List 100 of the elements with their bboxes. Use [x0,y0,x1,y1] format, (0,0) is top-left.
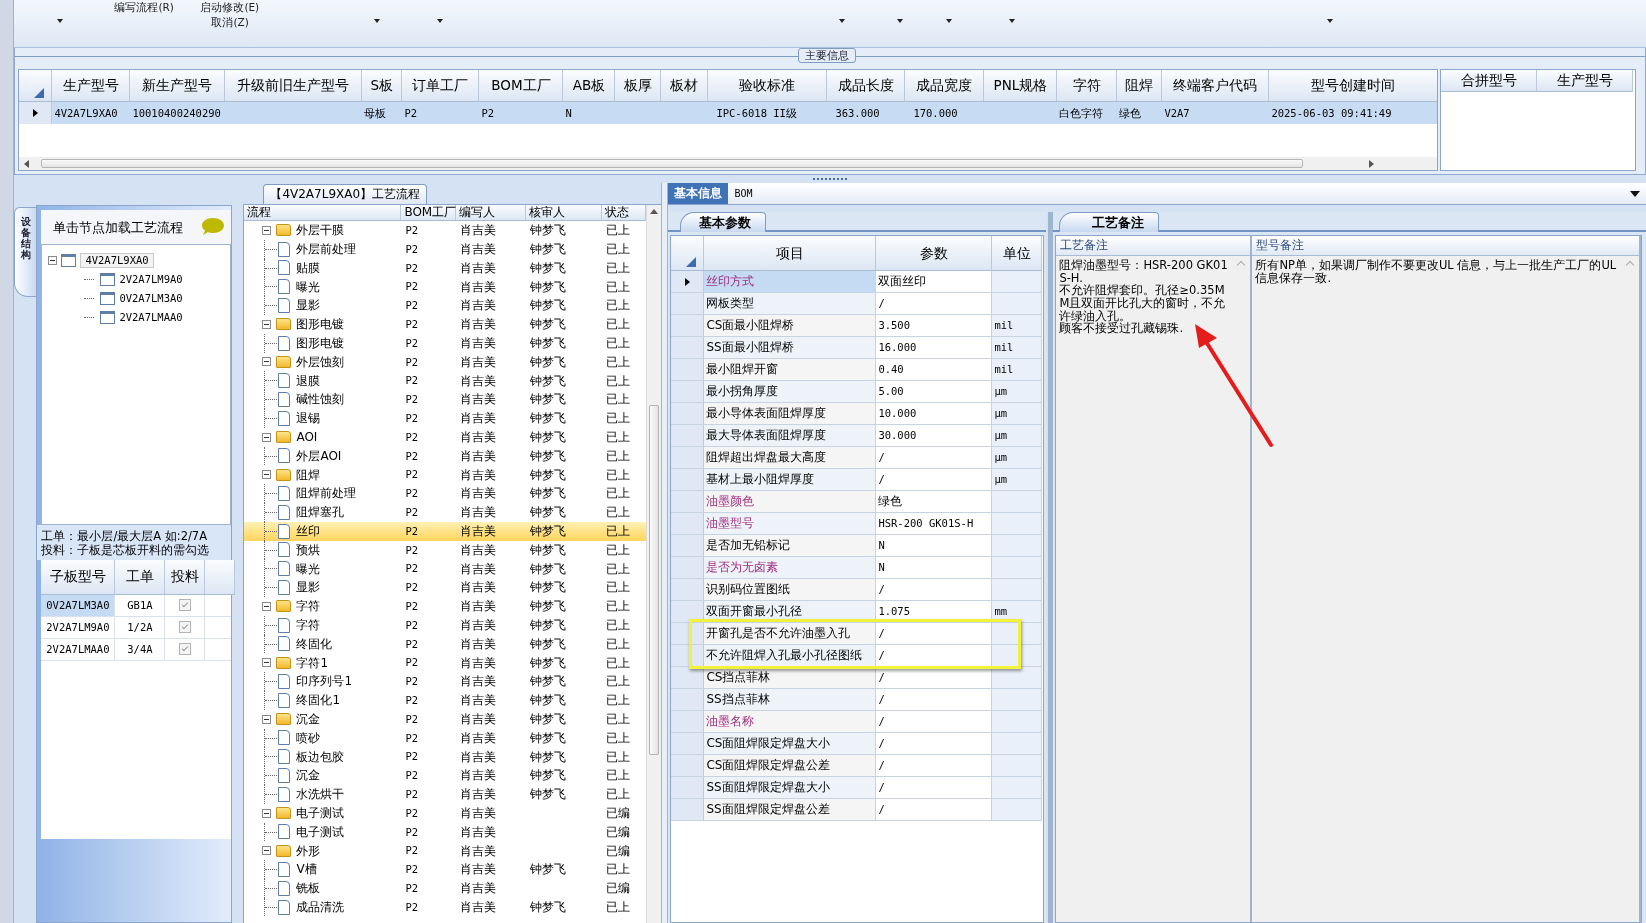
dropdown-arrow-icon[interactable] [1630,191,1640,197]
column-header[interactable]: 生产型号 [1537,70,1634,92]
tree-row[interactable]: 阻焊 P2 肖吉美 钟梦飞 已上 [244,465,647,485]
collapse-toggle-icon[interactable] [262,846,272,856]
table-cell[interactable]: 3/4A [115,638,166,660]
property-name[interactable]: 油墨型号 [704,513,877,535]
tree-row[interactable]: 电子测试 P2 肖吉美 已编 [244,803,647,823]
property-name[interactable]: 基材上最小阻焊厚度 [704,469,877,491]
column-header[interactable]: 成品宽度 [905,70,985,102]
property-name[interactable]: 油墨名称 [704,711,877,733]
tree-row[interactable]: 板边包胶 P2 肖吉美 钟梦飞 已上 [244,747,647,767]
splitter-grip-icon[interactable] [813,177,848,181]
tree-row[interactable]: 终固化1 P2 肖吉美 钟梦飞 已上 [244,690,647,710]
property-name[interactable]: 最小拐角厚度 [704,381,877,403]
scroll-right-icon[interactable] [1369,159,1375,168]
property-name[interactable]: 最小阻焊开窗 [704,359,877,381]
dropdown-arrow-icon[interactable] [839,19,846,23]
collapse-toggle-icon[interactable] [262,357,272,367]
tree-node[interactable]: 0V2A7LM3A0 [119,292,183,305]
tree-row[interactable]: 终固化 P2 肖吉美 钟梦飞 已上 [244,634,647,654]
property-name[interactable]: 最小导体表面阻焊厚度 [704,403,877,425]
column-header[interactable]: 工单 [115,559,166,595]
column-header[interactable]: PNL规格 [984,70,1058,102]
column-header[interactable]: 新生产型号 [130,70,226,102]
column-header[interactable]: 验收标准 [708,70,828,102]
checkbox[interactable] [178,599,191,612]
property-name[interactable]: 不允许阻焊入孔最小孔径图纸 [704,645,877,667]
table-row[interactable]: 4V2A7L9XA0 10010400240290 母板 P2 P2 N IPC-6018 II级 363.000 170.000 白色字符 绿色 V2A7 2025-06-03 09:41:49 [19,102,1438,124]
tree-row[interactable]: 电子测试 P2 肖吉美 已编 [244,822,647,842]
table-cell[interactable]: 1/2A [115,616,166,638]
tree-node[interactable]: 2V2A7LMAA0 [119,311,183,324]
tree-row[interactable]: 阻焊前处理 P2 肖吉美 钟梦飞 已上 [244,484,647,503]
column-header[interactable]: 流程 [244,205,402,221]
checkbox[interactable] [178,643,191,656]
property-name[interactable]: 阻焊超出焊盘最大高度 [704,447,877,469]
menu-command[interactable]: 编写流程(R) [114,1,174,14]
tree-row[interactable]: 字符 P2 肖吉美 钟梦飞 已上 [244,615,647,635]
tree-row[interactable]: 铣板 P2 肖吉美 已编 [244,878,647,898]
table-cell[interactable]: GB1A [115,594,166,616]
row-header[interactable] [671,271,705,293]
collapse-toggle-icon[interactable] [262,714,272,724]
tree-node[interactable]: 2V2A7LM9A0 [119,273,183,286]
collapse-toggle-icon[interactable] [48,256,58,265]
tree-row[interactable]: 外层蚀刻 P2 肖吉美 钟梦飞 已上 [244,352,647,372]
tree-row[interactable]: 外层干膜 P2 肖吉美 钟梦飞 已上 [244,221,647,240]
column-header[interactable]: AB板 [563,70,616,102]
checkbox[interactable] [178,621,191,634]
dropdown-arrow-icon[interactable] [1009,19,1016,23]
tree-row[interactable]: 字符 P2 肖吉美 钟梦飞 已上 [244,596,647,616]
row-header[interactable] [19,102,53,124]
menu-command[interactable]: 取消(Z) [211,16,249,29]
tree-node[interactable]: 4V2A7L9XA0 [80,253,154,268]
tab[interactable]: 基本信息 [668,183,729,204]
tree-row[interactable]: AOI P2 肖吉美 钟梦飞 已上 [244,427,647,447]
tree-row[interactable]: 退膜 P2 肖吉美 钟梦飞 已上 [244,371,647,391]
column-header[interactable] [205,559,236,595]
tree-row[interactable]: 显影 P2 肖吉美 钟梦飞 已上 [244,578,647,597]
column-header[interactable]: 工艺备注 [1056,236,1251,256]
collapse-toggle-icon[interactable] [262,432,272,442]
vertical-tab[interactable]: 设备结构 [14,207,37,297]
tree-row[interactable]: 显影 P2 肖吉美 钟梦飞 已上 [244,296,647,315]
column-header[interactable]: 阻焊 [1117,70,1163,102]
table-cell[interactable]: 0V2A7LM3A0 [41,594,116,616]
tree-row[interactable]: 阻焊塞孔 P2 肖吉美 钟梦飞 已上 [244,502,647,522]
tree-row[interactable]: 贴膜 P2 肖吉美 钟梦飞 已上 [244,258,647,278]
menu-command[interactable]: 启动修改(E) [200,1,260,14]
column-header[interactable]: 订单工厂 [402,70,480,102]
tree-row[interactable]: 水洗烘干 P2 肖吉美 钟梦飞 已上 [244,784,647,804]
dropdown-arrow-icon[interactable] [1327,19,1334,23]
panel-tab[interactable]: 【4V2A7L9XA0】工艺流程 [263,184,428,204]
column-header[interactable]: 字符 [1057,70,1118,102]
collapse-toggle-icon[interactable] [262,470,272,480]
column-header[interactable]: 编写人 [456,205,527,221]
tree-row[interactable]: V槽 P2 肖吉美 钟梦飞 已上 [244,860,647,879]
table-cell[interactable]: 2V2A7LMAA0 [41,638,116,660]
tree-row[interactable]: 成品清洗 P2 肖吉美 钟梦飞 已上 [244,897,647,917]
property-name[interactable]: CS挡点菲林 [704,667,877,689]
property-name[interactable]: CS面最小阻焊桥 [704,315,877,337]
column-header[interactable]: 升级前旧生产型号 [225,70,363,102]
column-header[interactable]: 板厚 [615,70,662,102]
dropdown-arrow-icon[interactable] [437,19,444,23]
collapse-toggle-icon[interactable] [262,601,272,611]
property-name[interactable]: 开窗孔是否不允许油墨入孔 [704,623,877,645]
tree-row[interactable]: 外层前处理 P2 肖吉美 钟梦飞 已上 [244,239,647,259]
horizontal-scrollbar[interactable] [19,157,1438,170]
tree-row[interactable]: 沉金 P2 肖吉美 钟梦飞 已上 [244,709,647,729]
column-header[interactable]: 生产型号 [52,70,131,102]
tree-row[interactable]: 曝光 P2 肖吉美 钟梦飞 已上 [244,559,647,579]
column-header[interactable]: 核审人 [526,205,603,221]
tree-row[interactable]: 喷砂 P2 肖吉美 钟梦飞 已上 [244,728,647,748]
column-header[interactable]: 终端客户代码 [1162,70,1270,102]
column-header[interactable]: 参数 [876,236,993,271]
tree-row[interactable]: 沉金 P2 肖吉美 钟梦飞 已上 [244,766,647,785]
property-name[interactable]: 最大导体表面阻焊厚度 [704,425,877,447]
property-name[interactable]: SS面最小阻焊桥 [704,337,877,359]
tree-row[interactable]: 图形电镀 P2 肖吉美 钟梦飞 已上 [244,315,647,334]
collapse-toggle-icon[interactable] [262,658,272,668]
tree-row[interactable]: 预烘 P2 肖吉美 钟梦飞 已上 [244,540,647,560]
column-header[interactable]: 单位 [992,236,1043,271]
dropdown-arrow-icon[interactable] [57,19,64,23]
